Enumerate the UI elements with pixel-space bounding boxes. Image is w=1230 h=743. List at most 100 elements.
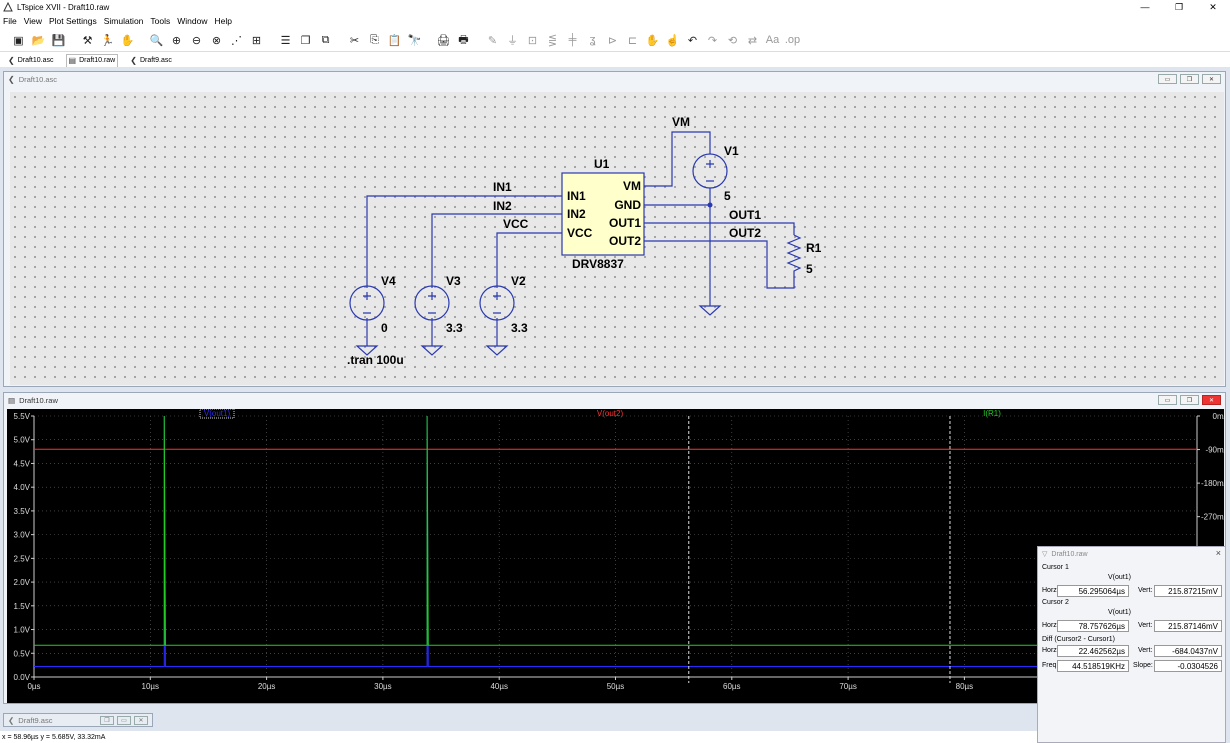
net-label-vcc: VCC [503,217,529,231]
component-icon[interactable]: ⊏ [624,32,641,49]
cut-icon[interactable]: ✂ [346,32,363,49]
close-button[interactable]: ✕ [1196,0,1230,14]
pin-gnd: GND [614,198,641,212]
slope-field[interactable]: -0.0304526 [1154,660,1222,672]
control-panel-icon[interactable]: ⚒ [79,32,96,49]
schematic-window-title: ❮ Draft10.asc [4,72,1225,86]
find-icon[interactable]: 🔭 [406,32,423,49]
paste-icon[interactable]: 📋 [386,32,403,49]
v4-symbol[interactable] [349,285,385,321]
ground-icon[interactable]: ⏚ [504,32,521,49]
menu-tools[interactable]: Tools [150,16,170,26]
draw-wire-icon[interactable]: ✎ [484,32,501,49]
v2-symbol[interactable] [479,285,515,321]
minimized-window-draft9[interactable]: ❮ Draft9.asc ❐ ▭ ✕ [3,713,153,727]
mirror-icon[interactable]: ⇄ [744,32,761,49]
window-restore-button[interactable]: ❐ [100,715,114,725]
y-tick-label: 3.5V [14,507,31,516]
freq-field[interactable]: 44.518519KHz [1057,660,1129,672]
diff-horz-field[interactable]: 22.462562µs [1057,645,1129,657]
diode-icon[interactable]: ⊳ [604,32,621,49]
x-tick-label: 40µs [490,682,508,691]
close-all-icon[interactable]: ⧉ [317,32,334,49]
move-icon[interactable]: ✋ [644,32,661,49]
tab-draft9-asc[interactable]: ❮ Draft9.asc [128,54,174,67]
menu-file[interactable]: File [3,16,17,26]
undo-icon[interactable]: ↶ [684,32,701,49]
menu-window[interactable]: Window [177,16,207,26]
window-maximize-button[interactable]: ▭ [117,715,131,725]
spice-directive[interactable]: .tran 100u [347,353,404,367]
window-minimize-button[interactable]: ▭ [1158,74,1177,84]
status-bar: x = 58.96µs y = 5.685V, 33.32mA [0,731,1037,743]
window-minimize-button[interactable]: ▭ [1158,395,1177,405]
window-close-button[interactable]: ✕ [134,715,148,725]
run-icon[interactable]: 🏃 [99,32,116,49]
cascade-icon[interactable]: ❐ [297,32,314,49]
cursor1-horz-field[interactable]: 56.295064µs [1057,585,1129,597]
wire-out2 [644,240,795,289]
tab-draft10-raw[interactable]: ▤ Draft10.raw [65,53,119,67]
autorange-icon[interactable]: ⋰ [228,32,245,49]
r1-symbol[interactable] [786,234,802,277]
u1-ref: U1 [594,157,610,171]
zoom-in-icon[interactable]: 🔍 [148,32,165,49]
y-tick-label: 1.5V [14,602,31,611]
rotate-icon[interactable]: ⟲ [724,32,741,49]
cursor1-vert-field[interactable]: 215.87215mV [1154,585,1222,597]
restore-button[interactable]: ❐ [1162,0,1196,14]
v1-symbol[interactable] [692,153,728,189]
ground-icon [420,345,444,356]
window-maximize-button[interactable]: ❐ [1180,395,1199,405]
redo-icon[interactable]: ↷ [704,32,721,49]
zoom-out-icon[interactable]: ⊖ [188,32,205,49]
drag-icon[interactable]: ☝ [664,32,681,49]
u1-part: DRV8837 [572,257,624,271]
y-tick-label: 2.5V [14,554,31,563]
minimize-button[interactable]: — [1128,0,1162,14]
v2-value: 3.3 [511,321,528,335]
menu-plot-settings[interactable]: Plot Settings [49,16,97,26]
print-icon[interactable]: 🖶 [455,32,472,49]
y2-tick-label: -180mA [1201,479,1224,488]
tab-draft10-asc[interactable]: ❮ Draft10.asc [6,54,56,67]
window-close-button[interactable]: ✕ [1202,395,1221,405]
inductor-icon[interactable]: ʓ [584,32,601,49]
tile-horizontal-icon[interactable]: ☰ [277,32,294,49]
cursor2-horz-field[interactable]: 78.757626µs [1057,620,1129,632]
freq-label: Freq: [1042,662,1059,669]
y-tick-label: 0.0V [14,673,31,682]
capacitor-icon[interactable]: ╪ [564,32,581,49]
window-maximize-button[interactable]: ❐ [1180,74,1199,84]
x-tick-label: 10µs [142,682,160,691]
cursor2-vert-field[interactable]: 215.87146mV [1154,620,1222,632]
menu-simulation[interactable]: Simulation [104,16,144,26]
text-icon[interactable]: Aa [764,32,781,49]
menu-help[interactable]: Help [214,16,231,26]
trace-label[interactable]: V(out2) [597,409,624,418]
new-schematic-icon[interactable]: ▣ [10,32,27,49]
trace-label[interactable]: V(out1) [204,409,231,418]
spice-directive-icon[interactable]: .op [784,32,801,49]
open-folder-icon[interactable]: 📂 [30,32,47,49]
window-close-button[interactable]: ✕ [1202,74,1221,84]
diff-vert-field[interactable]: -684.0437nV [1154,645,1222,657]
zoom-fit-icon[interactable]: ⊗ [208,32,225,49]
save-icon[interactable]: 💾 [50,32,67,49]
menu-view[interactable]: View [24,16,42,26]
pan-icon[interactable]: ⊕ [168,32,185,49]
cursor-panel-title: ▽ Draft10.raw [1038,547,1225,561]
copy-icon[interactable]: ⎘ [366,32,383,49]
halt-icon[interactable]: ✋ [119,32,136,49]
mark-text-icon[interactable]: ⊞ [248,32,265,49]
trace-label[interactable]: I(R1) [983,409,1001,418]
v3-symbol[interactable] [414,285,450,321]
schematic-canvas[interactable]: U1 DRV8837 IN1 IN2 VCC VM GND OUT1 OUT2 … [10,92,1224,385]
resistor-icon[interactable]: ⋚ [544,32,561,49]
close-icon[interactable]: × [1216,548,1221,558]
pin-vcc: VCC [567,226,593,240]
label-net-icon[interactable]: ⊡ [524,32,541,49]
print-preview-icon[interactable]: 🖨 [435,32,452,49]
schematic-icon: ❮ [8,55,15,65]
v2-ref: V2 [511,274,526,288]
